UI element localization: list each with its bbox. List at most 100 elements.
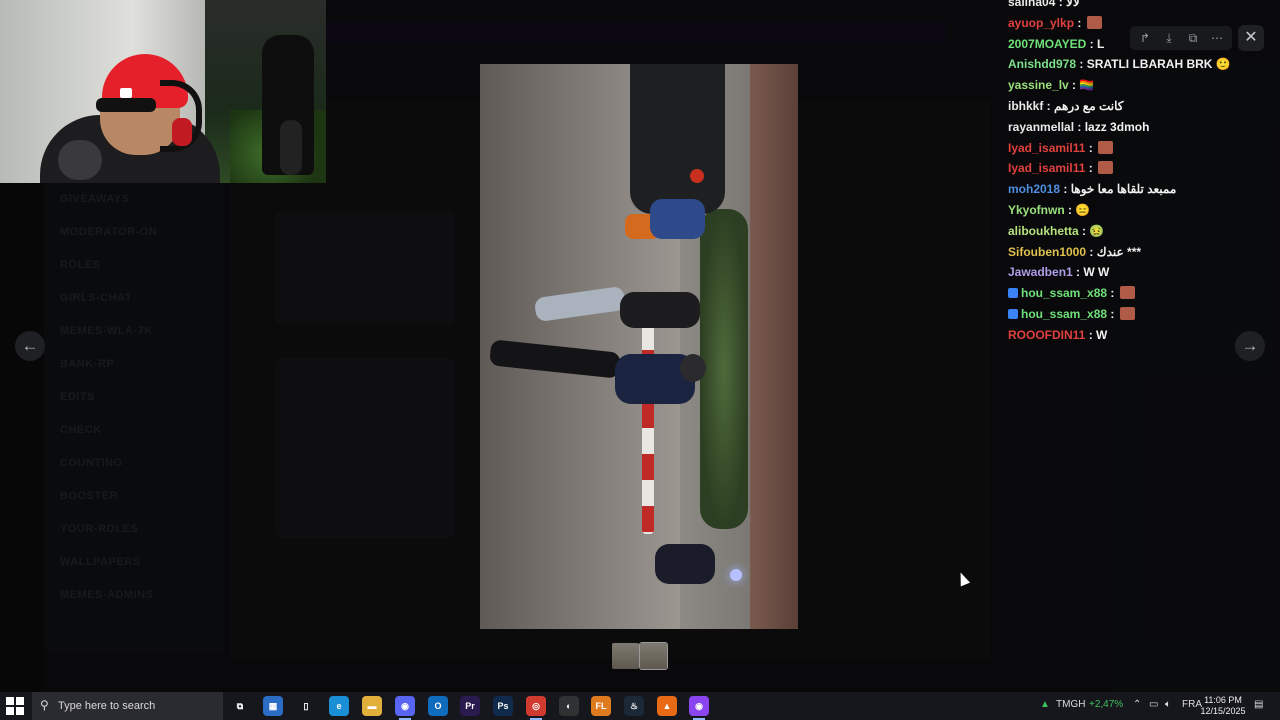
chevron-up-icon[interactable]: ⌃: [1133, 699, 1141, 710]
chat-username[interactable]: hou_ssam_x88: [1021, 286, 1107, 300]
chat-message: saliha04 : لالا: [1008, 0, 1268, 13]
chat-emote-icon: [1119, 286, 1135, 300]
stream-chat: saliha04 : لالا ayuop_ylkp : 2007MOAYED :…: [1008, 0, 1268, 346]
discord-icon[interactable]: ◉: [395, 696, 415, 720]
chat-separator: :: [1107, 306, 1118, 321]
subscriber-badge-icon: [1008, 288, 1018, 299]
chat-separator: :: [1043, 98, 1055, 113]
stock-change[interactable]: +2,47%: [1089, 699, 1123, 710]
chat-separator: :: [1074, 119, 1085, 134]
chat-message: ROOOFDIN11 : W: [1008, 325, 1268, 346]
chat-message: Anishdd978 : SRATLI LBARAH BRK 🙂: [1008, 54, 1268, 75]
start-button[interactable]: [6, 697, 24, 715]
chat-username[interactable]: Iyad_isamil11: [1008, 161, 1085, 175]
previous-button[interactable]: ←: [15, 331, 45, 361]
edge-icon[interactable]: e: [329, 696, 349, 716]
network-icon[interactable]: ▭: [1149, 699, 1158, 710]
chat-message: moh2018 : ممبعد تلقاها معا خوها: [1008, 179, 1268, 200]
chat-separator: :: [1076, 57, 1087, 72]
stock-name[interactable]: TMGH: [1056, 699, 1085, 710]
thumbnail-strip: [612, 642, 668, 670]
chat-emote-icon: [1098, 140, 1114, 154]
steam-icon[interactable]: ♨: [624, 696, 644, 716]
outlook-icon[interactable]: O: [428, 696, 448, 716]
task-view-icon[interactable]: ⧉: [230, 696, 250, 716]
notifications-icon[interactable]: ▤: [1254, 699, 1263, 710]
twitch-icon[interactable]: ◉: [689, 696, 709, 720]
chat-username[interactable]: moh2018: [1008, 182, 1060, 196]
chat-username[interactable]: ROOOFDIN11: [1008, 328, 1085, 342]
volume-icon[interactable]: 🔈︎: [1165, 699, 1171, 710]
folder-icon[interactable]: ▬: [362, 696, 382, 716]
chat-username[interactable]: rayanmellal: [1008, 120, 1074, 134]
taskbar: ⚲ Type here to search ⧉ ▦ ▯ e ▬ ◉ O Pr Ps ◎ ◐ FL ♨ ▲ ◉…: [0, 692, 1280, 720]
chat-username[interactable]: Ykyofnwn: [1008, 203, 1065, 217]
chat-text: W W: [1083, 265, 1110, 280]
chat-username[interactable]: 2007MOAYED: [1008, 37, 1086, 51]
chat-message: Iyad_isamil11 :: [1008, 158, 1268, 179]
chat-message: Ykyofnwn : 😑: [1008, 200, 1268, 221]
chat-text: 🤢: [1089, 223, 1105, 238]
chat-emote-icon: [1119, 306, 1135, 320]
media-preview-image: [480, 64, 798, 629]
file-icon[interactable]: ▯: [296, 696, 316, 716]
chat-separator: :: [1072, 265, 1084, 280]
chat-text: 🏳️‍🌈: [1079, 78, 1095, 93]
chat-separator: :: [1060, 182, 1071, 197]
search-icon: ⚲: [40, 698, 49, 712]
chat-message: aliboukhetta : 🤢: [1008, 221, 1268, 242]
chat-message: hou_ssam_x88 :: [1008, 304, 1268, 325]
store-icon[interactable]: ▦: [263, 696, 283, 716]
chat-text: عندك ***: [1096, 244, 1142, 259]
stock-up-icon: ▲: [1040, 699, 1050, 710]
chat-text: ممبعد تلقاها معا خوها: [1070, 182, 1177, 197]
chat-username[interactable]: Iyad_isamil11: [1008, 141, 1085, 155]
chat-separator: :: [1074, 15, 1085, 30]
chat-separator: :: [1055, 0, 1067, 9]
chat-message: yassine_lv : 🏳️‍🌈: [1008, 75, 1268, 96]
chat-message: ayuop_ylkp :: [1008, 13, 1268, 34]
chat-username[interactable]: Sifouben1000: [1008, 245, 1086, 259]
fl-studio-icon[interactable]: FL: [591, 696, 611, 716]
search-placeholder: Type here to search: [58, 700, 156, 712]
chat-username[interactable]: Jawadben1: [1008, 265, 1073, 279]
chat-separator: :: [1086, 244, 1097, 259]
chat-separator: :: [1064, 202, 1076, 217]
chat-separator: :: [1085, 161, 1097, 176]
chat-emote-icon: [1098, 161, 1114, 175]
chat-separator: :: [1085, 327, 1097, 342]
vlc-icon[interactable]: ▲: [657, 696, 677, 716]
subscriber-badge-icon: [1008, 308, 1018, 319]
chat-username[interactable]: ibhkkf: [1008, 99, 1043, 113]
thumbnail-active[interactable]: [639, 642, 668, 670]
chat-separator: :: [1078, 223, 1090, 238]
chat-emote-icon: [1086, 15, 1102, 29]
chat-username[interactable]: hou_ssam_x88: [1021, 307, 1107, 321]
chat-username[interactable]: aliboukhetta: [1008, 224, 1079, 238]
chat-separator: :: [1085, 140, 1097, 155]
photoshop-icon[interactable]: Ps: [493, 696, 513, 716]
chat-text: 😑: [1075, 202, 1091, 217]
chat-message: 2007MOAYED : L: [1008, 34, 1268, 55]
premiere-icon[interactable]: Pr: [460, 696, 480, 716]
chat-message: Jawadben1 : W W: [1008, 262, 1268, 283]
chat-text: L: [1096, 36, 1105, 51]
obs-icon[interactable]: ◐: [559, 696, 579, 716]
chat-username[interactable]: saliha04: [1008, 0, 1055, 9]
chat-username[interactable]: ayuop_ylkp: [1008, 16, 1074, 30]
chat-separator: :: [1068, 78, 1080, 93]
taskbar-search[interactable]: ⚲ Type here to search: [32, 692, 223, 720]
chat-text: لالا: [1066, 0, 1080, 9]
chat-username[interactable]: yassine_lv: [1008, 78, 1069, 92]
chat-separator: :: [1107, 286, 1118, 301]
webcam-overlay: [0, 0, 326, 183]
chat-text: W: [1096, 327, 1108, 342]
clock-time: 11:06 PM: [1204, 695, 1242, 705]
language-indicator[interactable]: FRA: [1182, 699, 1202, 710]
chat-message: hou_ssam_x88 :: [1008, 283, 1268, 304]
clock[interactable]: 11:06 PM 12/15/2025: [1200, 695, 1246, 717]
thumbnail[interactable]: [612, 643, 639, 669]
chat-text: lazz 3dmoh: [1084, 119, 1150, 134]
chat-username[interactable]: Anishdd978: [1008, 57, 1076, 71]
chrome-icon[interactable]: ◎: [526, 696, 546, 720]
